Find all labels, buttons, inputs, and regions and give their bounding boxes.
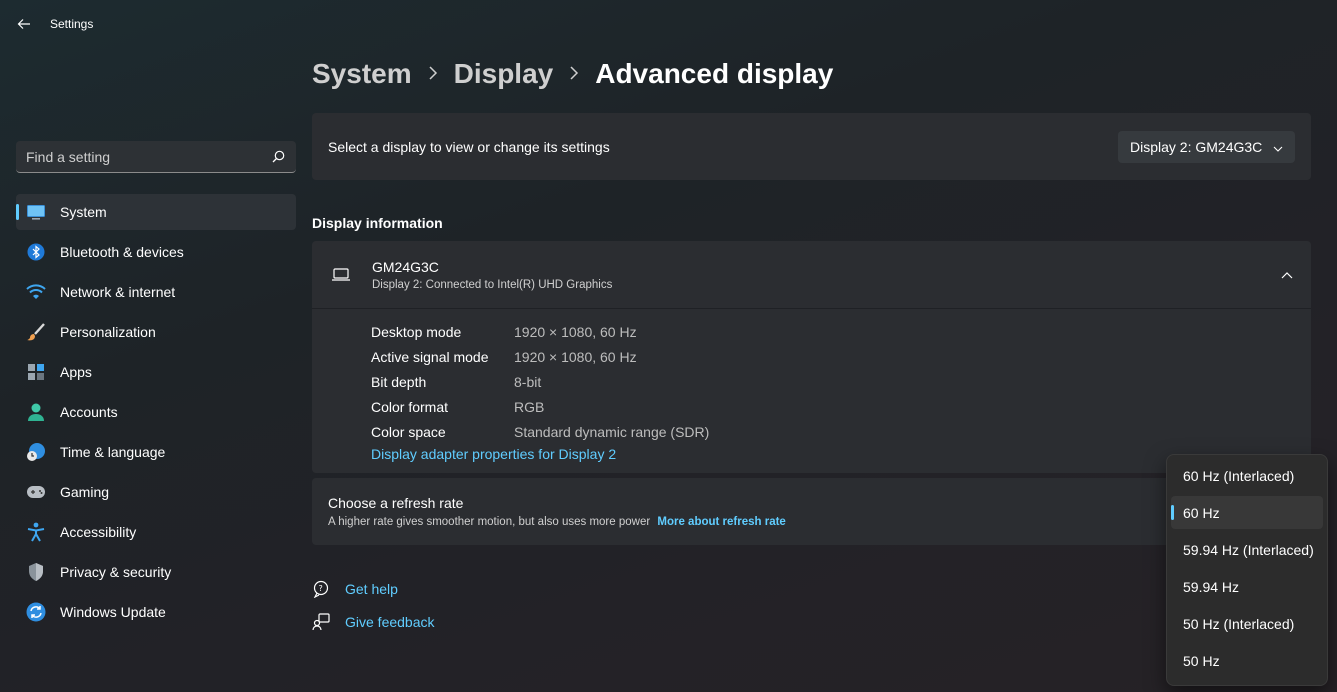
get-help-link[interactable]: ? Get help bbox=[312, 578, 435, 600]
give-feedback-label: Give feedback bbox=[345, 614, 435, 630]
info-row: Active signal mode 1920 × 1080, 60 Hz bbox=[371, 344, 1311, 369]
update-icon bbox=[26, 602, 46, 622]
brush-icon bbox=[26, 322, 46, 342]
refresh-option-59-94hz-interlaced[interactable]: 59.94 Hz (Interlaced) bbox=[1171, 533, 1323, 566]
sidebar-item-label: Time & language bbox=[60, 444, 166, 460]
sidebar-item-label: Personalization bbox=[60, 324, 156, 340]
shield-icon bbox=[26, 562, 46, 582]
display-name: GM24G3C bbox=[372, 258, 439, 275]
sidebar-item-label: Apps bbox=[60, 364, 92, 380]
info-row: Bit depth 8-bit bbox=[371, 369, 1311, 394]
arrow-left-icon bbox=[17, 19, 30, 29]
sidebar-item-accessibility[interactable]: Accessibility bbox=[16, 514, 296, 550]
sidebar-item-label: Gaming bbox=[60, 484, 110, 500]
breadcrumb: System Display Advanced display bbox=[312, 58, 833, 90]
sidebar-item-label: Accounts bbox=[60, 404, 118, 420]
refresh-rate-subtitle: A higher rate gives smoother motion, but… bbox=[328, 516, 651, 528]
sidebar-item-apps[interactable]: Apps bbox=[16, 354, 296, 390]
info-row: Color format RGB bbox=[371, 394, 1311, 419]
feedback-icon bbox=[312, 613, 330, 631]
sidebar-item-label: Bluetooth & devices bbox=[60, 244, 184, 260]
sidebar-item-gaming[interactable]: Gaming bbox=[16, 474, 296, 510]
give-feedback-link[interactable]: Give feedback bbox=[312, 611, 435, 633]
sidebar-item-privacy[interactable]: Privacy & security bbox=[16, 554, 296, 590]
refresh-option-59-94hz[interactable]: 59.94 Hz bbox=[1171, 570, 1323, 603]
refresh-option-50hz[interactable]: 50 Hz bbox=[1171, 644, 1323, 677]
info-value: Standard dynamic range (SDR) bbox=[514, 423, 710, 440]
breadcrumb-system[interactable]: System bbox=[312, 58, 412, 90]
laptop-icon bbox=[330, 264, 352, 286]
accessibility-icon bbox=[26, 522, 46, 542]
monitor-icon bbox=[26, 202, 46, 222]
sidebar-item-accounts[interactable]: Accounts bbox=[16, 394, 296, 430]
globe-clock-icon bbox=[26, 442, 46, 462]
apps-icon bbox=[26, 362, 46, 382]
info-key: Active signal mode bbox=[371, 348, 489, 365]
display-subtitle: Display 2: Connected to Intel(R) UHD Gra… bbox=[372, 278, 613, 291]
get-help-label: Get help bbox=[345, 581, 398, 597]
sidebar-item-network[interactable]: Network & internet bbox=[16, 274, 296, 310]
chevron-down-icon bbox=[1273, 139, 1283, 155]
info-value: 1920 × 1080, 60 Hz bbox=[514, 323, 637, 340]
display-dropdown-value: Display 2: GM24G3C bbox=[1130, 138, 1263, 155]
back-button[interactable] bbox=[12, 12, 36, 36]
info-key: Color format bbox=[371, 398, 449, 415]
info-key: Color space bbox=[371, 423, 446, 440]
info-value: RGB bbox=[514, 398, 545, 415]
info-key: Desktop mode bbox=[371, 323, 462, 340]
select-display-card: Select a display to view or change its s… bbox=[312, 113, 1311, 180]
page-title: Advanced display bbox=[595, 58, 834, 89]
chevron-right-icon bbox=[569, 64, 579, 85]
title-bar: Settings bbox=[0, 0, 1337, 48]
search-icon[interactable] bbox=[270, 149, 286, 165]
info-row: Desktop mode 1920 × 1080, 60 Hz bbox=[371, 319, 1311, 344]
bluetooth-icon bbox=[26, 242, 46, 262]
info-value: 8-bit bbox=[514, 373, 542, 390]
refresh-rate-subtitle-row: A higher rate gives smoother motion, but… bbox=[328, 516, 1295, 528]
chevron-up-icon[interactable] bbox=[1279, 267, 1295, 283]
info-key: Bit depth bbox=[371, 373, 427, 390]
display-info-rows: Desktop mode 1920 × 1080, 60 Hz Active s… bbox=[312, 309, 1311, 464]
display-adapter-properties-link[interactable]: Display adapter properties for Display 2 bbox=[371, 446, 616, 462]
app-title: Settings bbox=[50, 17, 94, 31]
display-info-card: GM24G3C Display 2: Connected to Intel(R)… bbox=[312, 241, 1311, 473]
refresh-option-60hz-interlaced[interactable]: 60 Hz (Interlaced) bbox=[1171, 459, 1323, 492]
refresh-option-50hz-interlaced[interactable]: 50 Hz (Interlaced) bbox=[1171, 607, 1323, 640]
info-row: Color space Standard dynamic range (SDR) bbox=[371, 419, 1311, 444]
breadcrumb-display[interactable]: Display bbox=[454, 58, 554, 90]
section-title: Display information bbox=[312, 215, 443, 231]
search-input[interactable] bbox=[26, 148, 270, 165]
search-box[interactable] bbox=[16, 141, 296, 173]
sidebar-item-time-language[interactable]: Time & language bbox=[16, 434, 296, 470]
refresh-rate-card: Choose a refresh rate A higher rate give… bbox=[312, 478, 1311, 545]
sidebar-item-label: System bbox=[60, 204, 107, 220]
refresh-option-60hz[interactable]: 60 Hz bbox=[1171, 496, 1323, 529]
gamepad-icon bbox=[26, 482, 46, 502]
info-value: 1920 × 1080, 60 Hz bbox=[514, 348, 637, 365]
settings-window: Settings System Bluetooth & devices Netw… bbox=[0, 0, 1337, 692]
help-links: ? Get help Give feedback bbox=[312, 578, 435, 644]
chevron-right-icon bbox=[428, 64, 438, 85]
wifi-icon bbox=[26, 282, 46, 302]
sidebar-nav: System Bluetooth & devices Network & int… bbox=[16, 194, 296, 634]
sidebar-item-label: Accessibility bbox=[60, 524, 137, 540]
sidebar-item-label: Network & internet bbox=[60, 284, 176, 300]
more-about-refresh-rate-link[interactable]: More about refresh rate bbox=[657, 516, 785, 528]
person-icon bbox=[26, 402, 46, 422]
sidebar-item-bluetooth[interactable]: Bluetooth & devices bbox=[16, 234, 296, 270]
display-dropdown[interactable]: Display 2: GM24G3C bbox=[1118, 130, 1295, 163]
sidebar-item-label: Privacy & security bbox=[60, 564, 172, 580]
refresh-rate-title: Choose a refresh rate bbox=[328, 495, 464, 511]
display-info-header[interactable]: GM24G3C Display 2: Connected to Intel(R)… bbox=[312, 241, 1311, 309]
select-display-label: Select a display to view or change its s… bbox=[328, 138, 610, 155]
svg-text:?: ? bbox=[319, 584, 323, 593]
sidebar-item-label: Windows Update bbox=[60, 604, 166, 620]
sidebar-item-windows-update[interactable]: Windows Update bbox=[16, 594, 296, 630]
sidebar-item-personalization[interactable]: Personalization bbox=[16, 314, 296, 350]
help-chat-icon: ? bbox=[312, 580, 330, 598]
refresh-rate-dropdown-menu: 60 Hz (Interlaced) 60 Hz 59.94 Hz (Inter… bbox=[1166, 454, 1328, 686]
sidebar-item-system[interactable]: System bbox=[16, 194, 296, 230]
